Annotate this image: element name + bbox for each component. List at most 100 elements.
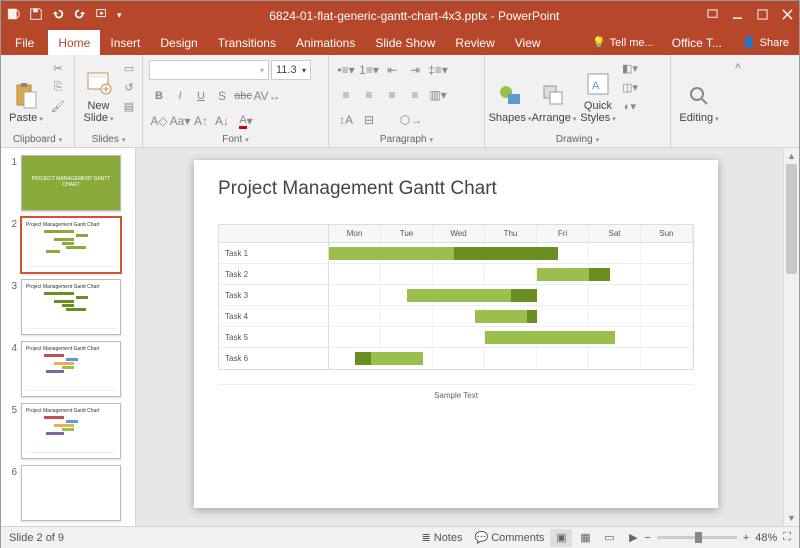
font-name-select[interactable]: ▾	[149, 60, 269, 80]
strikethrough-button[interactable]: abc	[233, 86, 253, 106]
undo-icon[interactable]	[51, 7, 65, 24]
align-text-button[interactable]: ⊟	[358, 110, 380, 130]
tab-design[interactable]: Design	[150, 30, 207, 55]
ribbon-display-icon[interactable]	[707, 9, 718, 23]
bullets-button[interactable]: •≡▾	[335, 60, 357, 80]
maximize-icon[interactable]	[757, 9, 768, 23]
underline-button[interactable]: U	[191, 86, 211, 106]
gantt-row[interactable]: Task 2	[219, 264, 693, 285]
tab-transitions[interactable]: Transitions	[208, 30, 286, 55]
office-timeline[interactable]: Office T...	[662, 30, 732, 55]
thumbnail-4[interactable]: 4Project Management Gantt Chart	[1, 338, 135, 400]
format-painter-icon[interactable]: 🖌	[50, 98, 66, 114]
scroll-up-icon[interactable]: ▲	[784, 148, 799, 164]
tab-animations[interactable]: Animations	[286, 30, 365, 55]
thumbnail-2[interactable]: 2Project Management Gantt Chart	[1, 214, 135, 276]
bold-button[interactable]: B	[149, 86, 169, 106]
copy-icon[interactable]: ⎘	[50, 79, 66, 95]
align-right-button[interactable]: ≡	[381, 85, 403, 105]
justify-button[interactable]: ≡	[404, 85, 426, 105]
shapes-button[interactable]: Shapes	[489, 58, 531, 126]
quick-styles-button[interactable]: A Quick Styles	[577, 58, 619, 126]
shadow-button[interactable]: S	[212, 86, 232, 106]
slideshow-view-icon[interactable]: ▶	[622, 529, 644, 547]
sorter-view-icon[interactable]: ▦	[574, 529, 596, 547]
smartart-button[interactable]: ⬡→	[381, 110, 441, 130]
new-slide-button[interactable]: New Slide	[79, 58, 118, 126]
shape-outline-icon[interactable]: ◫▾	[622, 79, 638, 95]
paste-button[interactable]: Paste	[5, 58, 47, 126]
thumbnail-6[interactable]: 6	[1, 462, 135, 524]
thumbnail-3[interactable]: 3Project Management Gantt Chart	[1, 276, 135, 338]
zoom-in-icon[interactable]: +	[743, 532, 749, 544]
gantt-row[interactable]: Task 1	[219, 243, 693, 264]
thumbnail-panel[interactable]: 1PROJECT MANAGEMENT GANTT CHART 2Project…	[1, 148, 136, 526]
reset-icon[interactable]: ↺	[121, 79, 137, 95]
shape-fill-icon[interactable]: ◧▾	[622, 60, 638, 76]
gantt-bar[interactable]	[537, 268, 610, 281]
decrease-indent-button[interactable]: ⇤	[381, 60, 403, 80]
clear-format-button[interactable]: A◇	[149, 111, 169, 131]
close-icon[interactable]	[782, 9, 793, 23]
gantt-row[interactable]: Task 4	[219, 306, 693, 327]
notes-button[interactable]: ≣Notes	[416, 531, 469, 544]
gantt-bar[interactable]	[475, 310, 537, 323]
tab-slideshow[interactable]: Slide Show	[365, 30, 445, 55]
shrink-font-button[interactable]: A↓	[212, 111, 232, 131]
tab-file[interactable]: File	[1, 30, 48, 55]
slide[interactable]: Project Management Gantt Chart Mon Tue W…	[194, 160, 718, 508]
gantt-bar[interactable]	[355, 352, 423, 365]
comments-button[interactable]: 💬Comments	[469, 531, 551, 544]
share-button[interactable]: 👤Share	[732, 36, 799, 49]
fit-to-window-icon[interactable]: ⛶	[783, 531, 791, 544]
font-color-button[interactable]: A▾	[233, 111, 259, 131]
tab-review[interactable]: Review	[445, 30, 504, 55]
zoom-level[interactable]: 48%	[755, 532, 777, 544]
line-spacing-button[interactable]: ‡≡▾	[427, 60, 449, 80]
gantt-chart[interactable]: Mon Tue Wed Thu Fri Sat Sun Task 1Task 2…	[218, 224, 694, 370]
zoom-out-icon[interactable]: −	[644, 532, 650, 544]
normal-view-icon[interactable]: ▣	[550, 529, 572, 547]
cut-icon[interactable]: ✂	[50, 60, 66, 76]
tab-insert[interactable]: Insert	[100, 30, 150, 55]
vertical-scrollbar[interactable]: ▲ ▼	[783, 148, 799, 526]
minimize-icon[interactable]	[732, 9, 743, 23]
editing-button[interactable]: Editing	[675, 58, 723, 126]
gantt-bar[interactable]	[329, 247, 558, 260]
zoom-slider[interactable]	[657, 536, 737, 539]
text-direction-button[interactable]: ↕A	[335, 110, 357, 130]
thumbnail-5[interactable]: 5Project Management Gantt Chart	[1, 400, 135, 462]
sample-text[interactable]: Sample Text	[218, 384, 694, 400]
save-icon[interactable]	[29, 7, 43, 24]
italic-button[interactable]: I	[170, 86, 190, 106]
layout-icon[interactable]: ▭	[121, 60, 137, 76]
slide-title[interactable]: Project Management Gantt Chart	[194, 160, 718, 200]
arrange-button[interactable]: Arrange	[533, 58, 575, 126]
align-left-button[interactable]: ≡	[335, 85, 357, 105]
gantt-bar[interactable]	[485, 331, 615, 344]
char-spacing-button[interactable]: AV↔	[254, 86, 280, 106]
reading-view-icon[interactable]: ▭	[598, 529, 620, 547]
increase-indent-button[interactable]: ⇥	[404, 60, 426, 80]
shape-effects-icon[interactable]: ◐▾	[622, 98, 638, 114]
section-icon[interactable]: ▤	[121, 98, 137, 114]
numbering-button[interactable]: 1≡▾	[358, 60, 380, 80]
gantt-bar[interactable]	[407, 289, 537, 302]
redo-icon[interactable]	[73, 7, 87, 24]
scroll-down-icon[interactable]: ▼	[784, 510, 799, 526]
change-case-button[interactable]: Aa▾	[170, 111, 190, 131]
collapse-ribbon-icon[interactable]: ˄	[727, 55, 749, 147]
thumbnail-1[interactable]: 1PROJECT MANAGEMENT GANTT CHART	[1, 152, 135, 214]
tab-view[interactable]: View	[505, 30, 551, 55]
font-size-select[interactable]: 11.3▾	[271, 60, 311, 80]
slide-canvas[interactable]: Project Management Gantt Chart Mon Tue W…	[136, 148, 799, 526]
grow-font-button[interactable]: A↑	[191, 111, 211, 131]
gantt-row[interactable]: Task 6	[219, 348, 693, 369]
tab-home[interactable]: Home	[48, 30, 100, 55]
scroll-thumb[interactable]	[786, 164, 797, 274]
gantt-row[interactable]: Task 5	[219, 327, 693, 348]
columns-button[interactable]: ▥▾	[427, 85, 449, 105]
start-from-beginning-icon[interactable]	[95, 7, 109, 24]
tell-me[interactable]: 💡Tell me...	[584, 36, 662, 49]
slide-indicator[interactable]: Slide 2 of 9	[9, 532, 64, 544]
